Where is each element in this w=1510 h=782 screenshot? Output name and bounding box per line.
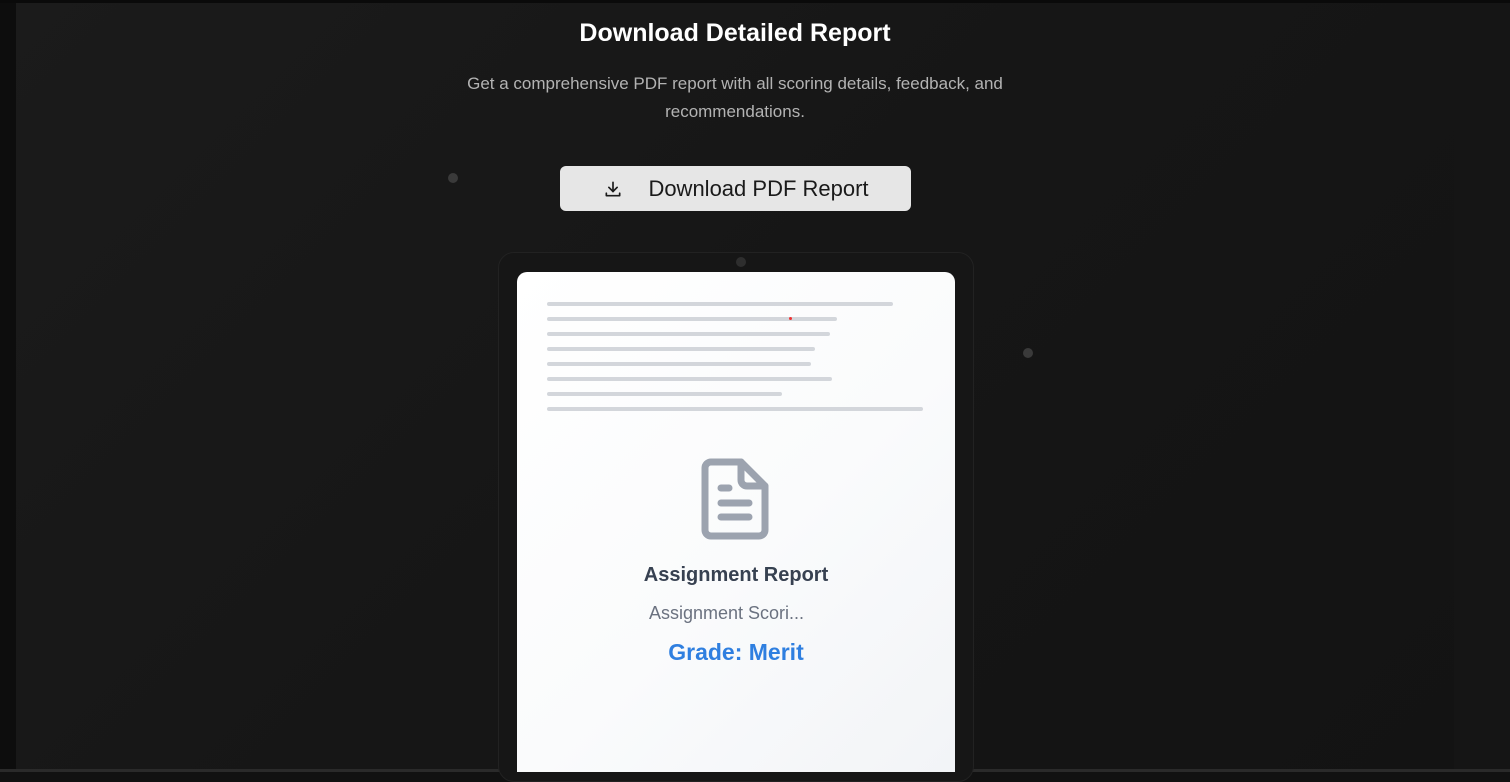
download-pdf-button[interactable]: Download PDF Report [560,166,911,211]
document-icon [697,456,773,542]
download-button-label: Download PDF Report [648,175,869,201]
text-line-placeholder [547,362,811,366]
page-subtitle: Get a comprehensive PDF report with all … [467,74,1003,121]
text-line-placeholder [547,407,923,411]
text-line-placeholder [547,332,830,336]
download-icon [602,178,624,200]
report-subtitle: Assignment Scori... [649,603,805,623]
text-line-placeholder [547,317,837,321]
decorative-dot [1023,348,1033,358]
right-edge [1454,3,1510,769]
page-title: Download Detailed Report [579,19,891,47]
app-window: Download Detailed Report Get a comprehen… [0,0,1510,782]
text-line-placeholder [547,392,782,396]
tablet-camera [736,257,746,267]
text-line-placeholder [547,302,893,306]
text-line-placeholder [547,347,815,351]
decorative-dot [448,173,458,183]
cursor-marker [789,317,792,320]
grade-label: Grade: Merit [668,639,804,665]
text-line-placeholder [547,377,832,381]
report-title: Assignment Report [643,564,829,586]
